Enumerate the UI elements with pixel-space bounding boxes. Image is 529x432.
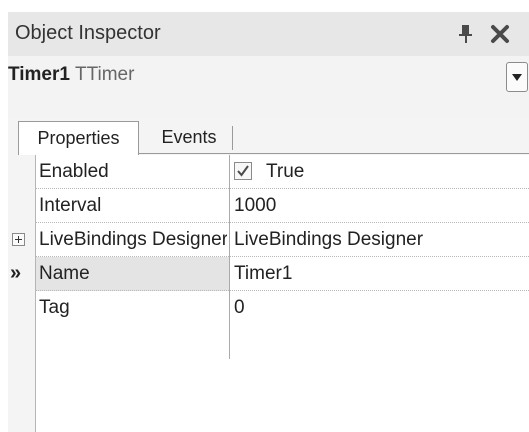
property-name: LiveBindings Designer xyxy=(39,229,227,250)
checkmark-icon xyxy=(237,165,249,177)
pin-icon[interactable] xyxy=(458,24,474,44)
window-title: Object Inspector xyxy=(15,22,161,44)
inspector-tabs: Properties Events xyxy=(18,118,529,155)
tab-properties[interactable]: Properties xyxy=(18,121,139,155)
object-inspector-panel: Object Inspector Timer1 TTimer Propertie… xyxy=(8,12,529,432)
object-name: Timer1 xyxy=(8,64,70,85)
object-selector[interactable]: Timer1 TTimer xyxy=(8,56,529,118)
property-name: Enabled xyxy=(39,161,109,182)
property-row-tag[interactable]: Tag 0 xyxy=(8,291,529,325)
chevron-down-icon xyxy=(512,74,522,81)
property-value[interactable]: 0 xyxy=(234,297,245,319)
property-value[interactable]: LiveBindings Designer xyxy=(234,229,423,251)
plus-expand-icon[interactable] xyxy=(12,233,25,246)
property-grid: Enabled True Interval 1000 LiveBindings … xyxy=(8,155,529,432)
tab-separator xyxy=(232,126,233,150)
property-row-name[interactable]: » Name Timer1 xyxy=(8,257,529,291)
current-row-marker: » xyxy=(10,262,22,284)
property-row-enabled[interactable]: Enabled True xyxy=(8,155,529,189)
property-name: Interval xyxy=(39,195,102,216)
tab-events[interactable]: Events xyxy=(139,121,239,154)
column-divider[interactable] xyxy=(229,155,230,359)
object-dropdown-button[interactable] xyxy=(506,62,528,92)
title-bar: Object Inspector xyxy=(8,12,529,56)
property-name: Name xyxy=(39,263,90,284)
property-name: Tag xyxy=(39,297,70,318)
property-value[interactable]: 1000 xyxy=(234,195,276,217)
property-value[interactable]: Timer1 xyxy=(234,263,292,285)
property-value: True xyxy=(266,161,305,182)
property-row-interval[interactable]: Interval 1000 xyxy=(8,189,529,223)
enabled-checkbox[interactable] xyxy=(234,162,252,180)
object-type: TTimer xyxy=(75,64,135,85)
close-icon[interactable] xyxy=(490,23,510,45)
property-row-livebindings[interactable]: LiveBindings Designer LiveBindings Desig… xyxy=(8,223,529,257)
